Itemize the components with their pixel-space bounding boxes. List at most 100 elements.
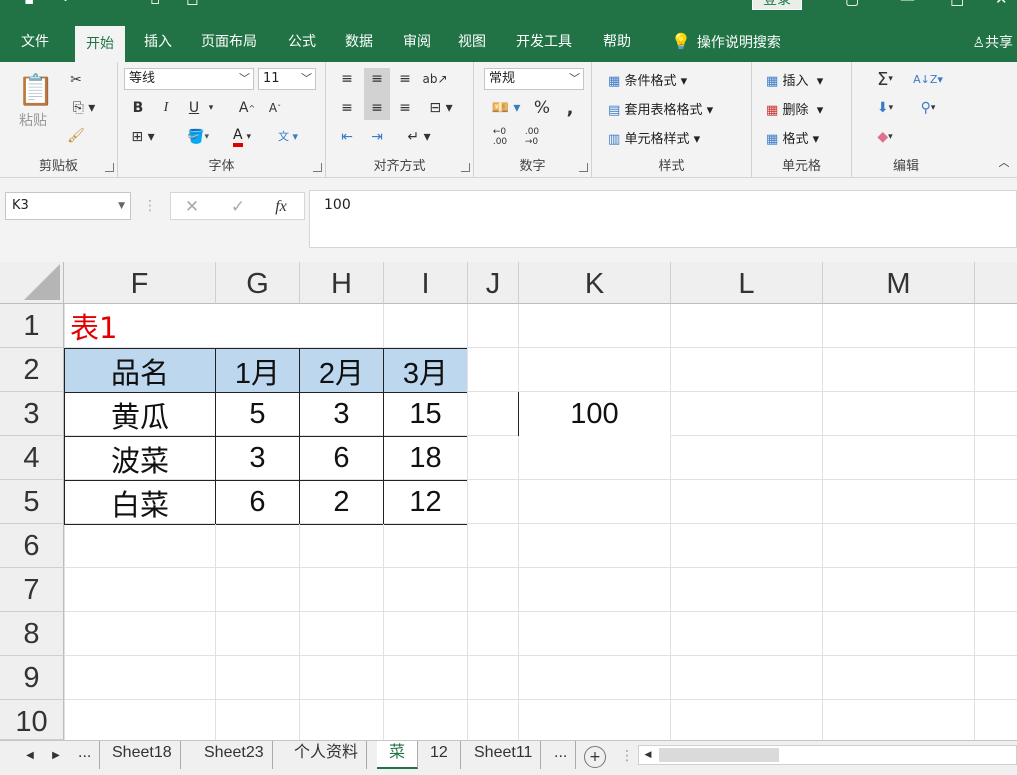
- decrease-decimal-icon[interactable]: .00 →0: [520, 126, 544, 148]
- cell-i4[interactable]: 18: [383, 436, 468, 481]
- tab-file[interactable]: 文件: [10, 24, 60, 62]
- currency-icon[interactable]: 💴 ▾: [488, 97, 524, 119]
- cell-h4[interactable]: 6: [299, 436, 384, 481]
- bold-button[interactable]: B: [128, 97, 148, 119]
- row-header-10[interactable]: 10: [0, 700, 64, 740]
- format-as-table-button[interactable]: ▤ 套用表格格式 ▾: [608, 99, 713, 118]
- paste-icon[interactable]: 📋: [14, 70, 58, 110]
- column-header-j[interactable]: J: [468, 262, 519, 304]
- sheet-tab-sheet23[interactable]: Sheet23: [196, 741, 273, 769]
- new-file-icon[interactable]: ▫: [150, 0, 160, 8]
- close-icon[interactable]: ✕: [995, 0, 1008, 8]
- share-button[interactable]: ♙共享: [972, 24, 1013, 62]
- comma-button[interactable]: ,: [560, 97, 580, 119]
- font-color-icon[interactable]: A ▾: [222, 126, 262, 148]
- formula-input[interactable]: 100: [309, 190, 1017, 248]
- cell-f3[interactable]: 黄瓜: [64, 392, 216, 437]
- tab-help[interactable]: 帮助: [592, 24, 642, 62]
- maximize-icon[interactable]: □: [950, 0, 964, 8]
- select-all-corner[interactable]: [0, 262, 64, 304]
- cell-f2[interactable]: 品名: [64, 348, 216, 393]
- minimize-icon[interactable]: —: [900, 0, 915, 8]
- tab-formulas[interactable]: 公式: [277, 24, 327, 62]
- collapse-ribbon-icon[interactable]: ︿: [996, 154, 1012, 170]
- sheet-tab-more-left[interactable]: ...: [70, 741, 101, 769]
- tab-review[interactable]: 审阅: [392, 24, 442, 62]
- scroll-right-icon[interactable]: ▶: [48, 747, 64, 763]
- insert-cells-button[interactable]: ▦ 插入 ▾: [766, 70, 823, 89]
- clipboard-launcher-icon[interactable]: [105, 163, 114, 172]
- cell-styles-button[interactable]: ▥ 单元格样式 ▾: [608, 128, 700, 147]
- sheet-tab-personal-info[interactable]: 个人资料: [286, 741, 368, 769]
- font-name-combo[interactable]: 等线 ﹀: [124, 68, 254, 90]
- align-right-icon[interactable]: ≡: [394, 97, 416, 119]
- row-header-9[interactable]: 9: [0, 656, 64, 700]
- column-header-g[interactable]: G: [216, 262, 300, 304]
- increase-indent-icon[interactable]: ⇥: [366, 126, 388, 148]
- underline-button[interactable]: U: [184, 97, 204, 119]
- cell-k3[interactable]: 100: [519, 392, 670, 436]
- font-launcher-icon[interactable]: [313, 163, 322, 172]
- cell-f5[interactable]: 白菜: [64, 480, 216, 525]
- increase-font-icon[interactable]: A ^: [236, 97, 258, 119]
- phonetic-icon[interactable]: 文 ▾: [270, 124, 306, 148]
- cancel-icon[interactable]: ✕: [181, 196, 203, 218]
- row-header-8[interactable]: 8: [0, 612, 64, 656]
- column-header-i[interactable]: I: [384, 262, 468, 304]
- tab-developer[interactable]: 开发工具: [505, 24, 583, 62]
- cut-icon[interactable]: ✂: [66, 70, 86, 90]
- cell-g4[interactable]: 3: [215, 436, 300, 481]
- align-center-icon[interactable]: ≡: [366, 97, 388, 119]
- row-header-3[interactable]: 3: [0, 392, 64, 436]
- cell-g2[interactable]: 1月: [215, 348, 300, 393]
- row-header-5[interactable]: 5: [0, 480, 64, 524]
- sort-filter-icon[interactable]: A↓Z▾: [910, 68, 946, 90]
- row-header-2[interactable]: 2: [0, 348, 64, 392]
- row-header-7[interactable]: 7: [0, 568, 64, 612]
- cell-g3[interactable]: 5: [215, 392, 300, 437]
- row-header-6[interactable]: 6: [0, 524, 64, 568]
- undo-icon[interactable]: ↶: [62, 0, 75, 8]
- hscroll-left-icon[interactable]: ◀: [641, 748, 655, 762]
- align-top-icon[interactable]: ≡: [336, 68, 358, 90]
- tab-page-layout[interactable]: 页面布局: [190, 24, 268, 62]
- merge-center-icon[interactable]: ⊟ ▾: [422, 97, 460, 119]
- decrease-indent-icon[interactable]: ⇤: [336, 126, 358, 148]
- find-select-icon[interactable]: ⚲ ▾: [910, 97, 946, 119]
- font-size-combo[interactable]: 11 ﹀: [258, 68, 316, 90]
- sheet-tab-sheet18[interactable]: Sheet18: [104, 741, 181, 769]
- sheet-tab-sheet11[interactable]: Sheet11: [466, 741, 542, 769]
- row-header-1[interactable]: 1: [0, 304, 64, 348]
- cell-area[interactable]: 表1 品名 1月 2月 3月 黄瓜 5 3 15 波菜 3 6 18 白菜 6 …: [64, 304, 1017, 740]
- tab-insert[interactable]: 插入: [133, 24, 183, 62]
- number-format-combo[interactable]: 常规 ﹀: [484, 68, 584, 90]
- scroll-left-icon[interactable]: ◀: [22, 747, 38, 763]
- format-painter-icon[interactable]: 🖌: [66, 126, 86, 146]
- cell-g5[interactable]: 6: [215, 480, 300, 525]
- cell-f4[interactable]: 波菜: [64, 436, 216, 481]
- sheet-tab-more-right[interactable]: ...: [546, 741, 577, 769]
- copy-icon[interactable]: ⎘ ▾: [66, 98, 102, 118]
- hscroll-thumb[interactable]: [659, 748, 779, 762]
- drag-handle-icon[interactable]: ⋮: [143, 196, 157, 216]
- tell-me-search[interactable]: 💡 操作说明搜索: [660, 24, 792, 62]
- column-header-f[interactable]: F: [64, 262, 216, 304]
- alignment-launcher-icon[interactable]: [461, 163, 470, 172]
- column-header-h[interactable]: H: [300, 262, 384, 304]
- save-icon[interactable]: ▪: [24, 0, 34, 8]
- column-header-l[interactable]: L: [671, 262, 823, 304]
- cell-i3[interactable]: 15: [383, 392, 468, 437]
- tab-home[interactable]: 开始: [75, 24, 125, 63]
- ribbon-display-icon[interactable]: ▢: [845, 0, 859, 8]
- format-cells-button[interactable]: ▦ 格式 ▾: [766, 128, 819, 147]
- conditional-format-button[interactable]: ▦ 条件格式 ▾: [608, 70, 687, 89]
- delete-cells-button[interactable]: ▦ 删除 ▾: [766, 99, 823, 118]
- borders-icon[interactable]: ⊞ ▾: [126, 126, 160, 148]
- percent-button[interactable]: %: [532, 97, 552, 119]
- increase-decimal-icon[interactable]: ←0.00: [488, 126, 512, 148]
- row-header-4[interactable]: 4: [0, 436, 64, 480]
- orientation-icon[interactable]: ab↗: [422, 68, 447, 90]
- cell-f1[interactable]: 表1: [64, 304, 216, 348]
- autosum-icon[interactable]: Σ ▾: [868, 68, 902, 90]
- enter-icon[interactable]: ✓: [227, 196, 249, 218]
